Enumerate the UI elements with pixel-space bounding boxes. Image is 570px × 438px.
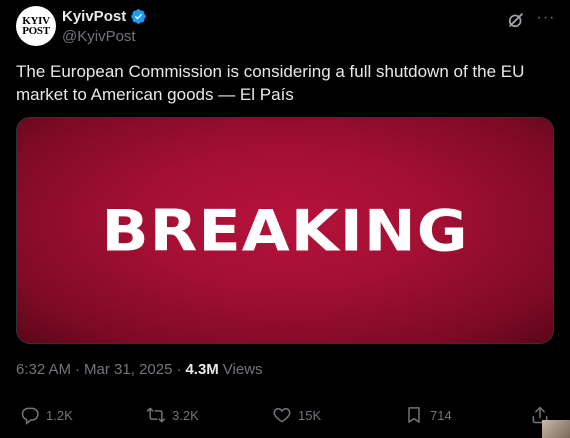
bookmark-count: 714 [430,407,452,423]
verified-badge-icon [131,9,146,24]
tweet-meta: 6:32 AM · Mar 31, 2025 · 4.3M Views [16,361,263,378]
meta-separator: · [176,361,182,378]
like-button[interactable]: 15K [272,405,321,425]
bookmark-button[interactable]: 714 [404,405,452,425]
reply-button[interactable]: 1.2K [20,405,73,425]
more-icon[interactable]: ··· [536,8,556,28]
corner-thumbnail-image [542,420,570,438]
like-count: 15K [298,407,322,423]
bookmark-icon [408,407,420,423]
meta-separator: · [75,361,81,378]
repost-count: 3.2K [172,407,199,423]
tweet-text: The European Commission is considering a… [16,62,525,104]
action-bar: 1.2K 3.2K 15K 714 [20,405,554,431]
media-breaking-text: BREAKING [101,196,469,265]
author-handle[interactable]: @KyivPost [62,28,136,45]
avatar[interactable]: KYIV POST [16,6,56,46]
tweet-media-image[interactable]: BREAKING [16,117,554,344]
heart-icon [273,407,291,423]
repost-button[interactable]: 3.2K [146,405,199,425]
reply-count: 1.2K [46,407,73,423]
display-name[interactable]: KyivPost [62,8,126,25]
repost-icon [146,407,166,423]
tweet-date[interactable]: Mar 31, 2025 [84,361,172,378]
reply-icon [21,407,39,425]
grok-icon[interactable] [506,10,526,30]
tweet-time[interactable]: 6:32 AM [16,361,71,378]
views-label: Views [222,361,263,378]
author-name-row: KyivPost [62,8,147,25]
views-count: 4.3M [185,361,219,378]
avatar-line2: POST [22,25,50,37]
